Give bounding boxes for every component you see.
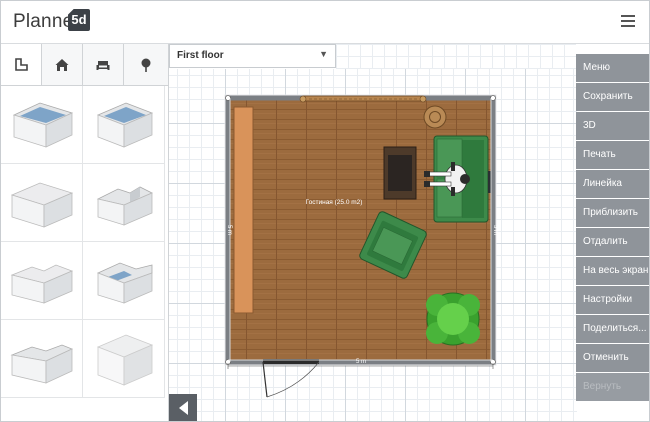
menu-item-fullscreen[interactable]: На весь экран	[576, 257, 649, 285]
l-wall-room-tile[interactable]	[1, 320, 83, 398]
app-window: Planner 5d First floor ▼ Гостиная (25.0 …	[0, 0, 650, 422]
notched-room-tile[interactable]	[83, 164, 165, 242]
floor-plan-canvas[interactable]: Гостиная (25.0 m2) 5 m 5 m 5 m	[169, 69, 577, 421]
window[interactable]	[302, 95, 424, 102]
floor-plan-svg: Гостиная (25.0 m2) 5 m 5 m 5 m	[224, 94, 498, 398]
dimension-right-label: 5 m	[492, 225, 498, 235]
arrow-left-icon	[178, 400, 188, 415]
rectangle-room-tile[interactable]	[1, 86, 83, 164]
catalog-panel	[1, 44, 169, 421]
menu-item-share[interactable]: Поделиться...	[576, 315, 649, 343]
home-icon	[55, 58, 69, 71]
box-room-icon	[10, 182, 73, 228]
room-shape-grid	[1, 86, 168, 421]
menu-item-3d[interactable]: 3D	[576, 112, 649, 140]
solid-block-icon	[96, 334, 153, 386]
tab-furniture[interactable]	[83, 44, 124, 85]
notched-room-icon	[96, 186, 153, 226]
menu-item-zoom-in[interactable]: Приблизить	[576, 199, 649, 227]
collapse-panel-button[interactable]	[169, 394, 197, 421]
menu-item-zoom-out[interactable]: Отдалить	[576, 228, 649, 256]
dimension-left-label: 5 m	[226, 225, 232, 235]
wall-cabinet[interactable]	[233, 106, 254, 314]
canvas-grid-top	[336, 44, 576, 69]
square-room-tile[interactable]	[83, 86, 165, 164]
solid-block-tile[interactable]	[83, 320, 165, 398]
floor-select-value: First floor	[177, 50, 224, 61]
menu-item-save[interactable]: Сохранить	[576, 83, 649, 111]
rectangle-room-icon	[12, 102, 73, 148]
box-room-tile[interactable]	[1, 164, 83, 242]
room-label[interactable]: Гостиная (25.0 m2)	[306, 199, 363, 206]
floor-select[interactable]: First floor ▼	[169, 44, 336, 68]
menu-item-ruler[interactable]: Линейка	[576, 170, 649, 198]
catalog-tabs	[1, 44, 168, 86]
menu-item-menu[interactable]: Меню	[576, 54, 649, 82]
tab-outdoor[interactable]	[124, 44, 168, 85]
t-shaped-room-tile[interactable]	[1, 242, 83, 320]
corner-room-tile[interactable]	[83, 242, 165, 320]
square-room-icon	[96, 102, 153, 148]
hamburger-menu-icon[interactable]	[621, 15, 635, 27]
tree-icon	[141, 58, 151, 72]
side-table[interactable]	[423, 105, 447, 129]
menu-item-undo[interactable]: Отменить	[576, 344, 649, 372]
chevron-down-icon: ▼	[319, 49, 328, 59]
menu-item-print[interactable]: Печать	[576, 141, 649, 169]
tab-home[interactable]	[42, 44, 83, 85]
menu-item-settings[interactable]: Настройки	[576, 286, 649, 314]
plant[interactable]	[426, 292, 480, 346]
tab-room-shapes[interactable]	[1, 44, 42, 85]
header-bar: Planner 5d	[1, 1, 649, 44]
sofa-icon	[96, 60, 110, 70]
room-shape-icon	[15, 57, 28, 71]
logo-badge[interactable]: 5d	[68, 9, 90, 31]
l-wall-room-icon	[10, 344, 73, 384]
side-menu: Меню Сохранить 3D Печать Линейка Приблизить От…	[576, 54, 649, 402]
menu-item-redo[interactable]: Вернуть	[576, 373, 649, 401]
t-shaped-room-icon	[10, 264, 73, 304]
corner-room-icon	[96, 262, 152, 304]
dimension-bottom-label: 5 m	[356, 359, 366, 365]
